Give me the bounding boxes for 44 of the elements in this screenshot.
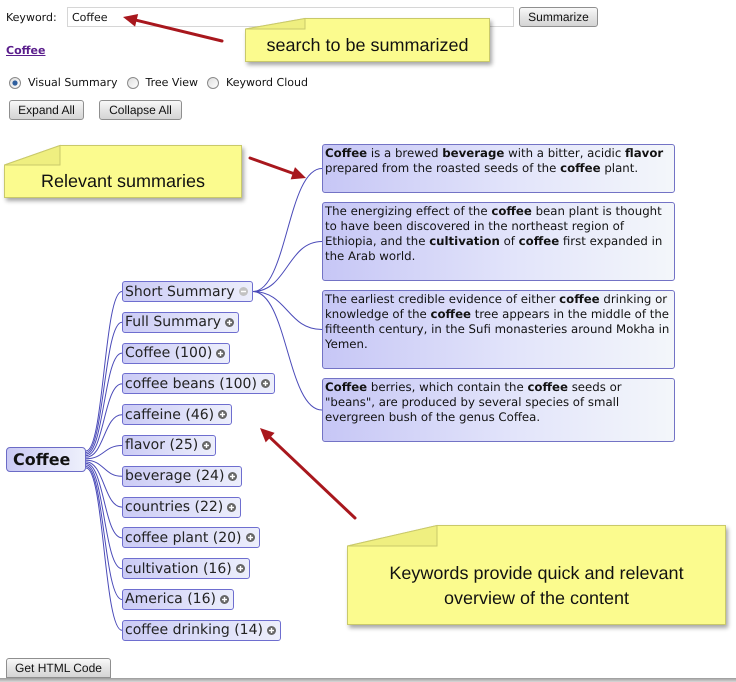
summary-card: The earliest credible evidence of either coffee drinking or knowledge of the coffee tree appears in the middle of the fifteenth century, in the Sufi monasteries around Mokha in Yemen.: [322, 290, 675, 369]
plus-circle-icon[interactable]: [266, 626, 276, 635]
pointer-arrow: [248, 156, 306, 180]
note-text: Keywords provide quick and relevant overview of the content: [388, 562, 685, 610]
note-text: Relevant summaries: [40, 170, 206, 193]
keyword-node[interactable]: cultivation (16): [122, 558, 250, 580]
plus-circle-icon[interactable]: [227, 502, 236, 512]
keyword-node[interactable]: America (16): [122, 588, 234, 610]
plus-circle-icon[interactable]: [220, 594, 229, 604]
result-link[interactable]: Coffee: [6, 44, 46, 57]
keyword-node[interactable]: countries (22): [122, 496, 242, 518]
plus-circle-icon[interactable]: [236, 564, 245, 574]
keyword-node[interactable]: Full Summary: [122, 312, 240, 333]
plus-circle-icon[interactable]: [246, 533, 254, 542]
get-html-code-button[interactable]: Get HTML Code: [6, 658, 111, 678]
keyword-node[interactable]: Short Summary: [122, 281, 253, 302]
keyword-node[interactable]: beverage (24): [122, 466, 242, 487]
option-label[interactable]: Tree View: [146, 76, 198, 89]
option-label[interactable]: Keyword Cloud: [226, 76, 308, 89]
radio-button[interactable]: [207, 76, 220, 88]
radio-button[interactable]: [9, 76, 21, 88]
plus-circle-icon[interactable]: [218, 410, 228, 420]
keyword-label: Keyword:: [6, 10, 58, 24]
plus-circle-icon[interactable]: [216, 348, 226, 358]
keyword-node[interactable]: flavor (25): [122, 434, 216, 456]
plus-circle-icon[interactable]: [228, 472, 238, 481]
plus-circle-icon[interactable]: [202, 440, 212, 450]
summary-card: The energizing effect of the coffee bean plant is thought to have been discovered in the northeast region of Ethiopia, and the cultivation of coffee first expanded in the Arab world.: [322, 202, 675, 281]
plus-circle-icon[interactable]: [225, 318, 234, 327]
collapse-all-button[interactable]: Collapse All: [99, 100, 182, 120]
keyword-node[interactable]: coffee plant (20): [122, 527, 260, 548]
summary-card: Coffee berries, which contain the coffee seeds or "beans", are produced by several species of small evergreen bush of the genus Coffea.: [322, 378, 675, 442]
expand-all-button[interactable]: Expand All: [9, 100, 84, 120]
radio-button[interactable]: [126, 76, 138, 88]
keyword-node[interactable]: coffee drinking (14): [122, 620, 281, 641]
keyword-node[interactable]: Coffee (100): [122, 342, 230, 364]
summarize-button[interactable]: Summarize: [519, 7, 598, 27]
keyword-node[interactable]: caffeine (46): [122, 404, 232, 426]
option-label[interactable]: Visual Summary: [28, 76, 118, 89]
keyword-node[interactable]: coffee beans (100): [122, 373, 275, 394]
summary-card: Coffee is a brewed beverage with a bitter, acidic flavor prepared from the roasted seeds of the coffee plant.: [322, 144, 675, 193]
root-node[interactable]: Coffee: [6, 447, 86, 472]
note-text: search to be summarized: [266, 34, 469, 57]
plus-circle-icon[interactable]: [260, 379, 270, 388]
